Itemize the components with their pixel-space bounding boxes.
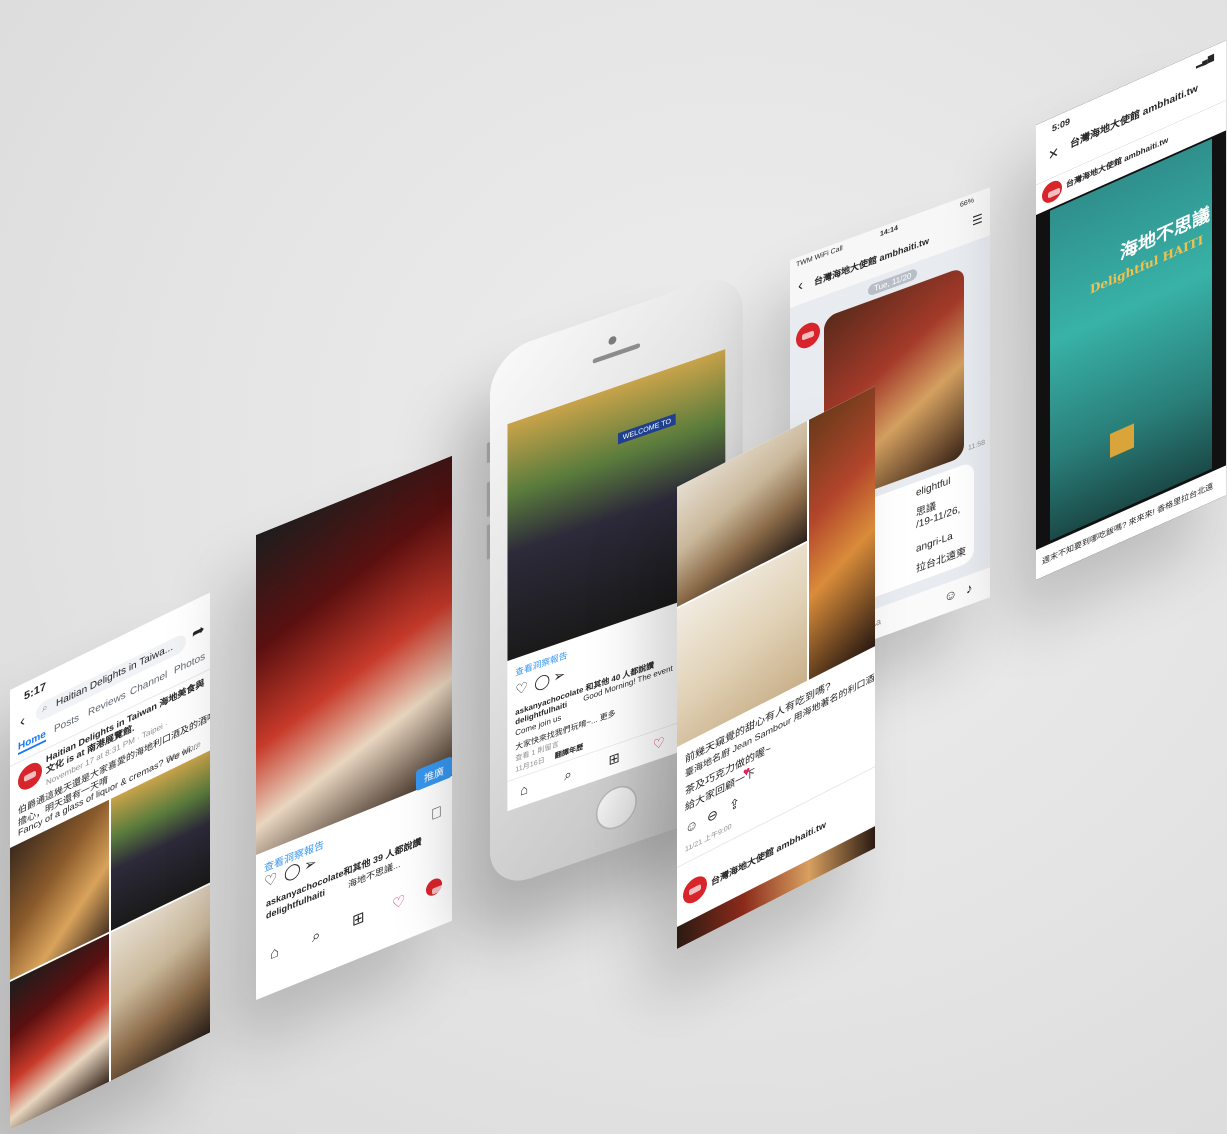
welcome-sign: WELCOME TO bbox=[617, 413, 676, 445]
mic-icon[interactable]: ♪ bbox=[966, 580, 973, 597]
emoji-reaction-icon[interactable]: ☺ bbox=[685, 815, 698, 837]
home-icon[interactable]: ⌂ bbox=[270, 943, 279, 964]
footer-avatar[interactable] bbox=[683, 871, 707, 908]
search-icon[interactable]: ⌕ bbox=[312, 926, 320, 946]
bubble-text-1: elightful bbox=[916, 475, 951, 500]
poster-image[interactable]: 海地不思議 Delightful HAITI bbox=[1050, 138, 1212, 541]
tab-posts[interactable]: Posts bbox=[54, 712, 79, 735]
add-post-icon[interactable]: ⊞ bbox=[352, 908, 365, 930]
back-arrow-icon[interactable]: ‹ bbox=[798, 276, 803, 295]
home-button[interactable] bbox=[595, 779, 637, 836]
carrier-status: TWM WiFi Call bbox=[796, 244, 843, 269]
volume-up-button bbox=[486, 481, 490, 518]
poster-logo bbox=[1110, 423, 1134, 459]
search-icon[interactable]: ⌕ bbox=[564, 766, 572, 784]
read-time: 11:58 bbox=[968, 439, 985, 453]
send-icon[interactable]: ➢ bbox=[304, 854, 317, 876]
signal-icons: ▂▄▆ bbox=[1196, 51, 1214, 69]
share-icon[interactable]: ➦ bbox=[192, 620, 205, 643]
volume-down-button bbox=[486, 524, 490, 560]
search-icon: ⌕ bbox=[42, 701, 48, 716]
earpiece-speaker bbox=[592, 342, 641, 364]
activity-icon[interactable]: ♡ bbox=[392, 892, 405, 914]
activity-icon[interactable]: ♡ bbox=[653, 734, 665, 753]
emoji-icon[interactable]: ☺ bbox=[944, 585, 957, 605]
home-icon[interactable]: ⌂ bbox=[520, 781, 528, 799]
status-time: 5:17 bbox=[24, 680, 47, 704]
add-post-icon[interactable]: ⊞ bbox=[609, 750, 620, 769]
heart-icon: ♥ bbox=[743, 762, 751, 781]
bookmark-icon[interactable]: ⎕ bbox=[432, 803, 441, 824]
send-icon[interactable]: ➢ bbox=[553, 666, 565, 686]
bottles-photo[interactable] bbox=[809, 386, 875, 680]
mockup-scene: 5:17 ‹ ⌕ Haitian Delights in Taiwa... ➦ … bbox=[0, 0, 1227, 1134]
status-time: 14:14 bbox=[880, 224, 898, 239]
menu-icon[interactable]: ☰ bbox=[972, 211, 983, 229]
facebook-screen: 5:17 ‹ ⌕ Haitian Delights in Taiwa... ➦ … bbox=[10, 592, 210, 1130]
status-time: 5:09 bbox=[1052, 115, 1071, 134]
instagram-chef-screen: 推廣 查看洞察報告 ♡ ◯ ➢ ⎕ askanyachocolate和其他 39… bbox=[256, 455, 452, 1000]
comment-icon[interactable]: ⊖ bbox=[707, 805, 718, 826]
share-icon[interactable]: ⇪ bbox=[729, 794, 740, 815]
heart-icon[interactable]: ♡ bbox=[264, 869, 277, 891]
chef-photo[interactable] bbox=[256, 455, 452, 855]
account-avatar[interactable] bbox=[1042, 177, 1062, 207]
mute-switch bbox=[486, 441, 490, 464]
battery-level: 66% bbox=[960, 197, 975, 210]
back-arrow-icon[interactable]: ‹ bbox=[20, 712, 25, 731]
page-avatar[interactable] bbox=[18, 758, 42, 795]
translate-link[interactable]: 翻譯年歷 bbox=[555, 741, 583, 761]
comment-icon[interactable]: ◯ bbox=[534, 671, 550, 692]
line-post-screen: 前幾天窺覺的甜心有人有吃到嗎? 臺海地名廚 Jean Sambour 用海地著名… bbox=[677, 386, 875, 949]
profile-avatar[interactable] bbox=[426, 875, 442, 899]
front-camera bbox=[608, 335, 617, 346]
chat-avatar[interactable] bbox=[796, 319, 820, 352]
close-icon[interactable]: ✕ bbox=[1048, 144, 1059, 164]
android-screen: 5:09 ▂▄▆ ✕ 台灣海地大使館 ambhaiti.tw 台灣海地大使館 a… bbox=[1036, 40, 1226, 580]
heart-icon[interactable]: ♡ bbox=[515, 678, 528, 698]
